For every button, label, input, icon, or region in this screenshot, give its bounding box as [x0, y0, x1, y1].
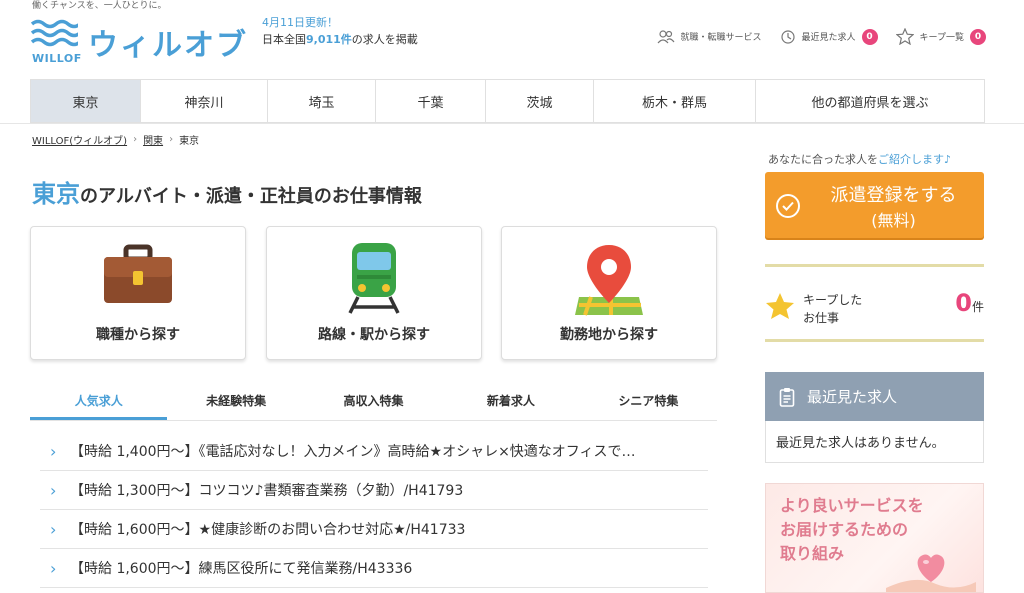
recent-jobs-label: 最近見た求人 — [801, 33, 856, 43]
breadcrumb-home[interactable]: WILLOF(ウィルオブ) — [32, 132, 127, 147]
banner-line-2: お届けするための — [780, 520, 909, 539]
header-links: 就職・転職サービス 最近見た求人 0 キープ一覧 0 — [639, 28, 986, 45]
breadcrumb-kanto[interactable]: 関東 — [143, 132, 163, 147]
waves-logo-icon — [30, 19, 78, 47]
search-by-location-card[interactable]: 勤務地から探す — [501, 226, 717, 360]
site-logo[interactable]: WILLOF ウィルオブ — [30, 16, 250, 66]
tab-popular[interactable]: 人気求人 — [30, 384, 168, 420]
register-button[interactable]: 派遣登録をする (無料) — [765, 172, 984, 238]
keep-list-link[interactable]: キープ一覧 0 — [895, 28, 986, 45]
career-service-link[interactable]: 就職・転職サービス — [657, 29, 762, 44]
job-list-item[interactable]: › 【時給 1,600円～】★健康診断のお問い合わせ対応★/H41733 — [40, 510, 708, 549]
recent-jobs-title: 最近見た求人 — [807, 388, 898, 406]
nav-ibaraki[interactable]: 茨城 — [486, 80, 594, 122]
update-prefix: 日本全国 — [262, 33, 306, 46]
job-list-item[interactable]: › 【時給 1,300円～】コツコツ♪書類審査業務（夕勤）/H41793 — [40, 471, 708, 510]
tagline: 働くチャンスを、一人ひとりに。 — [32, 1, 167, 11]
nav-divider — [0, 123, 1024, 124]
sidebar-intro-highlight: ご紹介します♪ — [878, 153, 952, 166]
job-title: 【時給 1,600円～】★健康診断のお問い合わせ対応★/H41733 — [70, 522, 466, 538]
tab-inexperienced[interactable]: 未経験特集 — [167, 384, 304, 420]
job-title: 【時給 1,300円～】コツコツ♪書類審査業務（夕勤）/H41793 — [70, 483, 464, 499]
breadcrumb: WILLOF(ウィルオブ) › 関東 › 東京 — [32, 132, 199, 147]
chevron-right-icon: › — [169, 134, 174, 145]
job-list-item[interactable]: › 【時給 1,600円～】練馬区役所にて発信業務/H43336 — [40, 549, 708, 588]
clock-history-icon — [780, 29, 795, 44]
job-title: 【時給 1,600円～】練馬区役所にて発信業務/H43336 — [70, 561, 413, 577]
recent-jobs-header: 最近見た求人 — [765, 372, 984, 421]
job-tabs: 人気求人 未経験特集 高収入特集 新着求人 シニア特集 — [30, 384, 717, 421]
briefcase-icon — [104, 244, 172, 303]
page-title-rest: のアルバイト・派遣・正社員のお仕事情報 — [80, 186, 422, 207]
tab-high-income[interactable]: 高収入特集 — [305, 384, 442, 420]
heart-in-hands-icon — [886, 554, 976, 592]
nav-other-prefectures[interactable]: 他の都道府県を選ぶ — [756, 80, 984, 122]
chevron-right-icon: › — [50, 480, 57, 500]
update-info: 4月11日更新！ 日本全国9,011件の求人を掲載 — [262, 14, 418, 48]
search-by-job-type-card[interactable]: 職種から探す — [30, 226, 246, 360]
breadcrumb-current: 東京 — [179, 136, 200, 147]
kept-jobs-count: 0件 — [955, 289, 984, 317]
map-pin-icon — [575, 245, 643, 316]
service-initiative-banner[interactable]: より良いサービスを お届けするための 取り組み — [765, 483, 984, 593]
tab-senior[interactable]: シニア特集 — [580, 384, 717, 420]
job-count: 9,011件 — [306, 33, 352, 46]
kept-jobs-unit: 件 — [971, 300, 984, 314]
chevron-right-icon: › — [50, 519, 57, 539]
keep-list-badge: 0 — [970, 28, 986, 45]
kept-jobs-label-2: お仕事 — [803, 311, 840, 325]
logo-sub: WILLOF — [32, 52, 82, 65]
job-count-line: 日本全国9,011件の求人を掲載 — [262, 31, 418, 48]
job-list: › 【時給 1,400円～】《電話応対なし！入力メイン》高時給★オシャレ×快適な… — [40, 432, 708, 588]
page-title-accent: 東京 — [32, 180, 80, 208]
chevron-right-icon: › — [133, 134, 138, 145]
search-by-job-type-label: 職種から探す — [96, 327, 180, 343]
career-service-label: 就職・転職サービス — [680, 33, 762, 43]
nav-tochigi-gunma[interactable]: 栃木・群馬 — [594, 80, 756, 122]
tab-new[interactable]: 新着求人 — [442, 384, 579, 420]
chevron-right-icon: › — [50, 441, 57, 461]
keep-list-label: キープ一覧 — [919, 33, 964, 43]
check-circle-icon — [776, 194, 800, 218]
sidebar-intro-text: あなたに合った求人を — [768, 153, 878, 166]
update-suffix: の求人を掲載 — [351, 33, 418, 46]
prefecture-nav: 東京 神奈川 埼玉 千葉 茨城 栃木・群馬 他の都道府県を選ぶ — [30, 79, 985, 123]
kept-jobs-label: キープした お仕事 — [803, 291, 862, 327]
logo-name: ウィルオブ — [88, 28, 248, 63]
search-by-line-station-card[interactable]: 路線・駅から探す — [266, 226, 482, 360]
register-button-sub: (無料) — [871, 211, 916, 230]
kept-jobs-number: 0 — [955, 289, 972, 317]
recent-jobs-empty: 最近見た求人はありません。 — [765, 421, 984, 463]
recent-jobs-badge: 0 — [861, 28, 878, 45]
nav-tokyo[interactable]: 東京 — [31, 80, 141, 122]
search-by-location-label: 勤務地から探す — [560, 327, 658, 343]
kept-jobs-label-1: キープした — [803, 293, 863, 307]
clipboard-icon — [779, 387, 795, 407]
people-icon — [657, 29, 674, 43]
banner-line-1: より良いサービスを — [780, 496, 924, 515]
nav-saitama[interactable]: 埼玉 — [268, 80, 376, 122]
job-title: 【時給 1,400円～】《電話応対なし！入力メイン》高時給★オシャレ×快適なオフ… — [70, 444, 636, 460]
recent-jobs-link[interactable]: 最近見た求人 0 — [780, 28, 878, 45]
train-icon — [348, 243, 400, 314]
nav-kanagawa[interactable]: 神奈川 — [141, 80, 268, 122]
sidebar-intro: あなたに合った求人をご紹介します♪ — [768, 151, 951, 167]
register-button-label: 派遣登録をする — [830, 185, 957, 206]
nav-chiba[interactable]: 千葉 — [376, 80, 486, 122]
kept-jobs-box[interactable]: キープした お仕事 0件 — [765, 264, 984, 342]
chevron-right-icon: › — [50, 558, 57, 578]
star-outline-icon — [895, 28, 914, 45]
job-list-item[interactable]: › 【時給 1,400円～】《電話応対なし！入力メイン》高時給★オシャレ×快適な… — [40, 432, 708, 471]
star-icon — [766, 293, 794, 319]
search-by-line-station-label: 路線・駅から探す — [318, 327, 430, 343]
page-title: 東京のアルバイト・派遣・正社員のお仕事情報 — [32, 174, 422, 209]
update-date: 4月11日更新！ — [262, 16, 338, 29]
